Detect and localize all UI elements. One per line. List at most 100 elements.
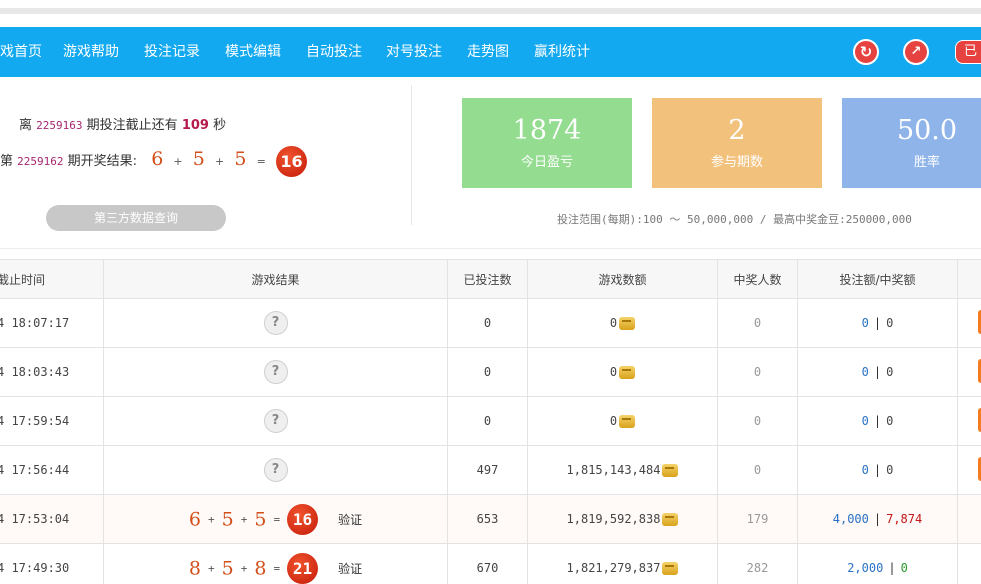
stat-win-rate: 50.0 胜率 — [842, 98, 981, 188]
separator: | — [873, 512, 882, 526]
countdown-unit: 秒 — [213, 118, 227, 133]
amount-value: 0 — [609, 414, 618, 428]
result-number: 5 — [221, 557, 234, 579]
nav-item-mode-edit[interactable]: 模式编辑 — [225, 27, 281, 77]
plus-sign: + — [215, 155, 225, 168]
draw-number-1: 6 — [151, 148, 164, 170]
nav-item-home[interactable]: 戏首页 — [0, 27, 42, 77]
cell-amount: 0 — [527, 396, 718, 446]
stat-label: 参与期数 — [710, 155, 763, 170]
draw-sum-ball: 16 — [275, 146, 307, 177]
countdown-prefix: 离 — [19, 118, 33, 133]
cell-bet-win: 0 | 0 — [797, 347, 958, 397]
table-row: 4 18:03:43 ? 0 0 0 0 | 0 — [0, 347, 981, 397]
nav-item-number-bet[interactable]: 对号投注 — [386, 27, 442, 77]
nav-item-help[interactable]: 游戏帮助 — [63, 27, 119, 77]
win-amount: 7,874 — [886, 512, 923, 526]
draw-number-2: 5 — [192, 148, 205, 170]
equals-sign: = — [273, 512, 281, 526]
table-row: 4 17:56:44 ? 497 1,815,143,484 0 0 | 0 — [0, 445, 981, 495]
equals-sign: = — [273, 561, 281, 575]
pending-result-icon: ? — [263, 409, 288, 433]
col-header-result: 游戏结果 — [103, 259, 448, 299]
cell-deadline: 4 17:53:04 — [0, 494, 104, 544]
third-party-query-button[interactable]: 第三方数据查询 — [46, 205, 226, 231]
cell-deadline: 4 17:49:30 — [0, 543, 104, 584]
plus-sign: + — [208, 561, 215, 575]
amount-value: 0 — [609, 365, 618, 379]
verify-link[interactable]: 验证 — [338, 562, 362, 576]
plus-sign: + — [208, 512, 215, 526]
cell-bets: 497 — [447, 445, 528, 495]
cell-bet-win: 0 | 0 — [797, 445, 958, 495]
cell-action — [957, 494, 981, 544]
stat-rounds-played: 2 参与期数 — [652, 98, 822, 188]
cell-amount: 1,815,143,484 — [527, 445, 718, 495]
result-number: 6 — [188, 508, 201, 530]
refresh-icon[interactable]: ↻ — [853, 39, 879, 65]
cell-bets: 0 — [447, 347, 528, 397]
separator: | — [888, 561, 896, 575]
cell-winners: 0 — [717, 396, 798, 446]
separator: | — [873, 365, 882, 379]
stat-value: 50.0 — [896, 115, 958, 146]
cell-deadline: 4 17:59:54 — [0, 396, 104, 446]
status-tag[interactable]: 已 — [955, 40, 981, 64]
result-number: 5 — [221, 508, 234, 530]
cell-action — [957, 543, 981, 584]
win-amount: 0 — [886, 414, 894, 428]
draw-history-table: 截止时间 游戏结果 已投注数 游戏数额 中奖人数 投注额/中奖额 4 18:07… — [0, 259, 981, 584]
col-header-amount: 游戏数额 — [527, 259, 718, 299]
bet-amount: 2,000 — [847, 561, 884, 575]
win-amount: 0 — [886, 463, 894, 477]
cell-result: 6 +5 +5 = 16 验证 — [103, 494, 448, 544]
main-nav: 戏首页 游戏帮助 投注记录 模式编辑 自动投注 对号投注 走势图 赢利统计 ↻ … — [0, 27, 981, 77]
cell-bets: 0 — [447, 298, 528, 348]
cell-bets: 670 — [447, 543, 528, 584]
col-header-bets: 已投注数 — [447, 259, 528, 299]
section-divider — [0, 248, 981, 249]
amount-value: 1,821,279,837 — [566, 561, 661, 575]
last-draw-line: 第 2259162 期开奖结果: 6 + 5 + 5 = 16 — [0, 144, 307, 177]
trend-icon[interactable]: ↗ — [903, 39, 929, 65]
gold-coin-icon — [619, 317, 636, 330]
separator: | — [873, 414, 882, 428]
cell-result: ? — [103, 445, 448, 495]
bet-amount: 0 — [861, 463, 869, 477]
plus-sign: + — [173, 155, 183, 168]
result-sum-ball: 16 — [287, 503, 319, 535]
cell-deadline: 4 18:07:17 — [0, 298, 104, 348]
table-row: 4 17:53:04 6 +5 +5 = 16 验证 653 1,819,592,838 … — [0, 494, 981, 544]
result-number: 8 — [188, 557, 201, 579]
verify-link[interactable]: 验证 — [338, 513, 362, 527]
nav-item-profit-stats[interactable]: 赢利统计 — [534, 27, 590, 77]
result-sum-ball: 21 — [287, 552, 319, 584]
pending-result-icon: ? — [263, 458, 288, 482]
separator: | — [873, 316, 882, 330]
amount-value: 1,819,592,838 — [566, 512, 661, 526]
separator: | — [873, 463, 882, 477]
amount-value: 0 — [609, 316, 618, 330]
countdown-line: 离 2259163 期投注截止还有 109 秒 — [19, 114, 226, 133]
draw-number-3: 5 — [234, 148, 247, 170]
nav-item-trend-chart[interactable]: 走势图 — [467, 27, 509, 77]
stat-value: 2 — [728, 115, 746, 146]
cell-bet-win: 2,000 | 0 — [797, 543, 958, 584]
result-number: 5 — [254, 508, 267, 530]
panel-divider — [411, 85, 412, 225]
col-header-bet-win: 投注额/中奖额 — [797, 259, 958, 299]
cell-winners: 0 — [717, 298, 798, 348]
bet-amount: 4,000 — [832, 512, 869, 526]
cell-amount: 1,819,592,838 — [527, 494, 718, 544]
cell-bet-win: 4,000 | 7,874 — [797, 494, 958, 544]
top-divider — [0, 8, 981, 14]
nav-item-bet-records[interactable]: 投注记录 — [144, 27, 200, 77]
table-row: 4 17:59:54 ? 0 0 0 0 | 0 — [0, 396, 981, 446]
nav-item-auto-bet[interactable]: 自动投注 — [306, 27, 362, 77]
result-number: 8 — [254, 557, 267, 579]
stat-today-profit: 1874 今日盈亏 — [462, 98, 632, 188]
pending-result-icon: ? — [263, 360, 288, 384]
cell-winners: 179 — [717, 494, 798, 544]
cell-bets: 0 — [447, 396, 528, 446]
amount-value: 1,815,143,484 — [566, 463, 661, 477]
